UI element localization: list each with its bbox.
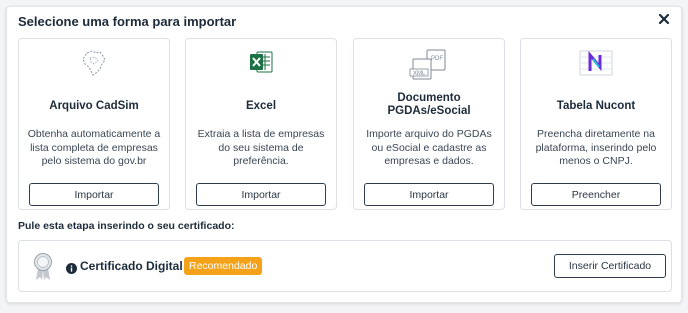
card-description: Preencha diretamente na plataforma, inse… <box>535 128 657 167</box>
card-description: Extraia a lista de empresas do seu siste… <box>197 128 325 167</box>
import-pgdas-button[interactable]: Importar <box>364 183 494 206</box>
info-icon[interactable] <box>66 261 77 274</box>
svg-text:PDF: PDF <box>431 56 443 62</box>
import-excel-button[interactable]: Importar <box>196 183 326 206</box>
recommended-badge: Recomendado <box>184 257 263 275</box>
excel-icon <box>186 49 336 79</box>
card-tabela-nucont[interactable]: Tabela Nucont Preencha diretamente na pl… <box>520 38 672 210</box>
certificate-panel: Certificado Digital Recomendado Inserir … <box>18 240 672 292</box>
import-options: Arquivo CadSim Obtenha automaticamente a… <box>18 38 672 210</box>
svg-text:XML: XML <box>413 71 426 77</box>
card-excel[interactable]: Excel Extraia a lista de empresas do seu… <box>185 38 337 210</box>
insert-certificate-button[interactable]: Inserir Certificado <box>554 254 666 278</box>
xml-pdf-icon: PDF XML <box>354 49 504 80</box>
card-title: Tabela Nucont <box>556 100 636 112</box>
modal-title: Selecione uma forma para importar <box>18 14 237 29</box>
card-pgdas-esocial[interactable]: PDF XML Documento PGDAs/eSocial Importe … <box>353 38 505 210</box>
nucont-table-icon <box>521 49 671 79</box>
card-description: Importe arquivo do PGDAs ou eSocial e ca… <box>366 128 492 167</box>
brazil-map-icon <box>19 49 169 79</box>
card-title: Arquivo CadSim <box>49 100 139 112</box>
certificate-heading: Pule esta etapa inserindo o seu certific… <box>18 220 235 232</box>
card-title: Excel <box>245 100 277 112</box>
import-modal: Selecione uma forma para importar Arquiv… <box>6 6 682 303</box>
card-description: Obtenha automaticamente a lista completa… <box>27 128 161 167</box>
card-cadsim[interactable]: Arquivo CadSim Obtenha automaticamente a… <box>18 38 170 210</box>
import-cadsim-button[interactable]: Importar <box>29 183 159 206</box>
certificate-label: Certificado Digital <box>80 259 183 273</box>
medal-icon <box>32 252 54 282</box>
close-icon[interactable] <box>657 12 671 26</box>
card-title: Documento PGDAs/eSocial <box>387 92 471 117</box>
fill-nucont-button[interactable]: Preencher <box>531 183 661 206</box>
